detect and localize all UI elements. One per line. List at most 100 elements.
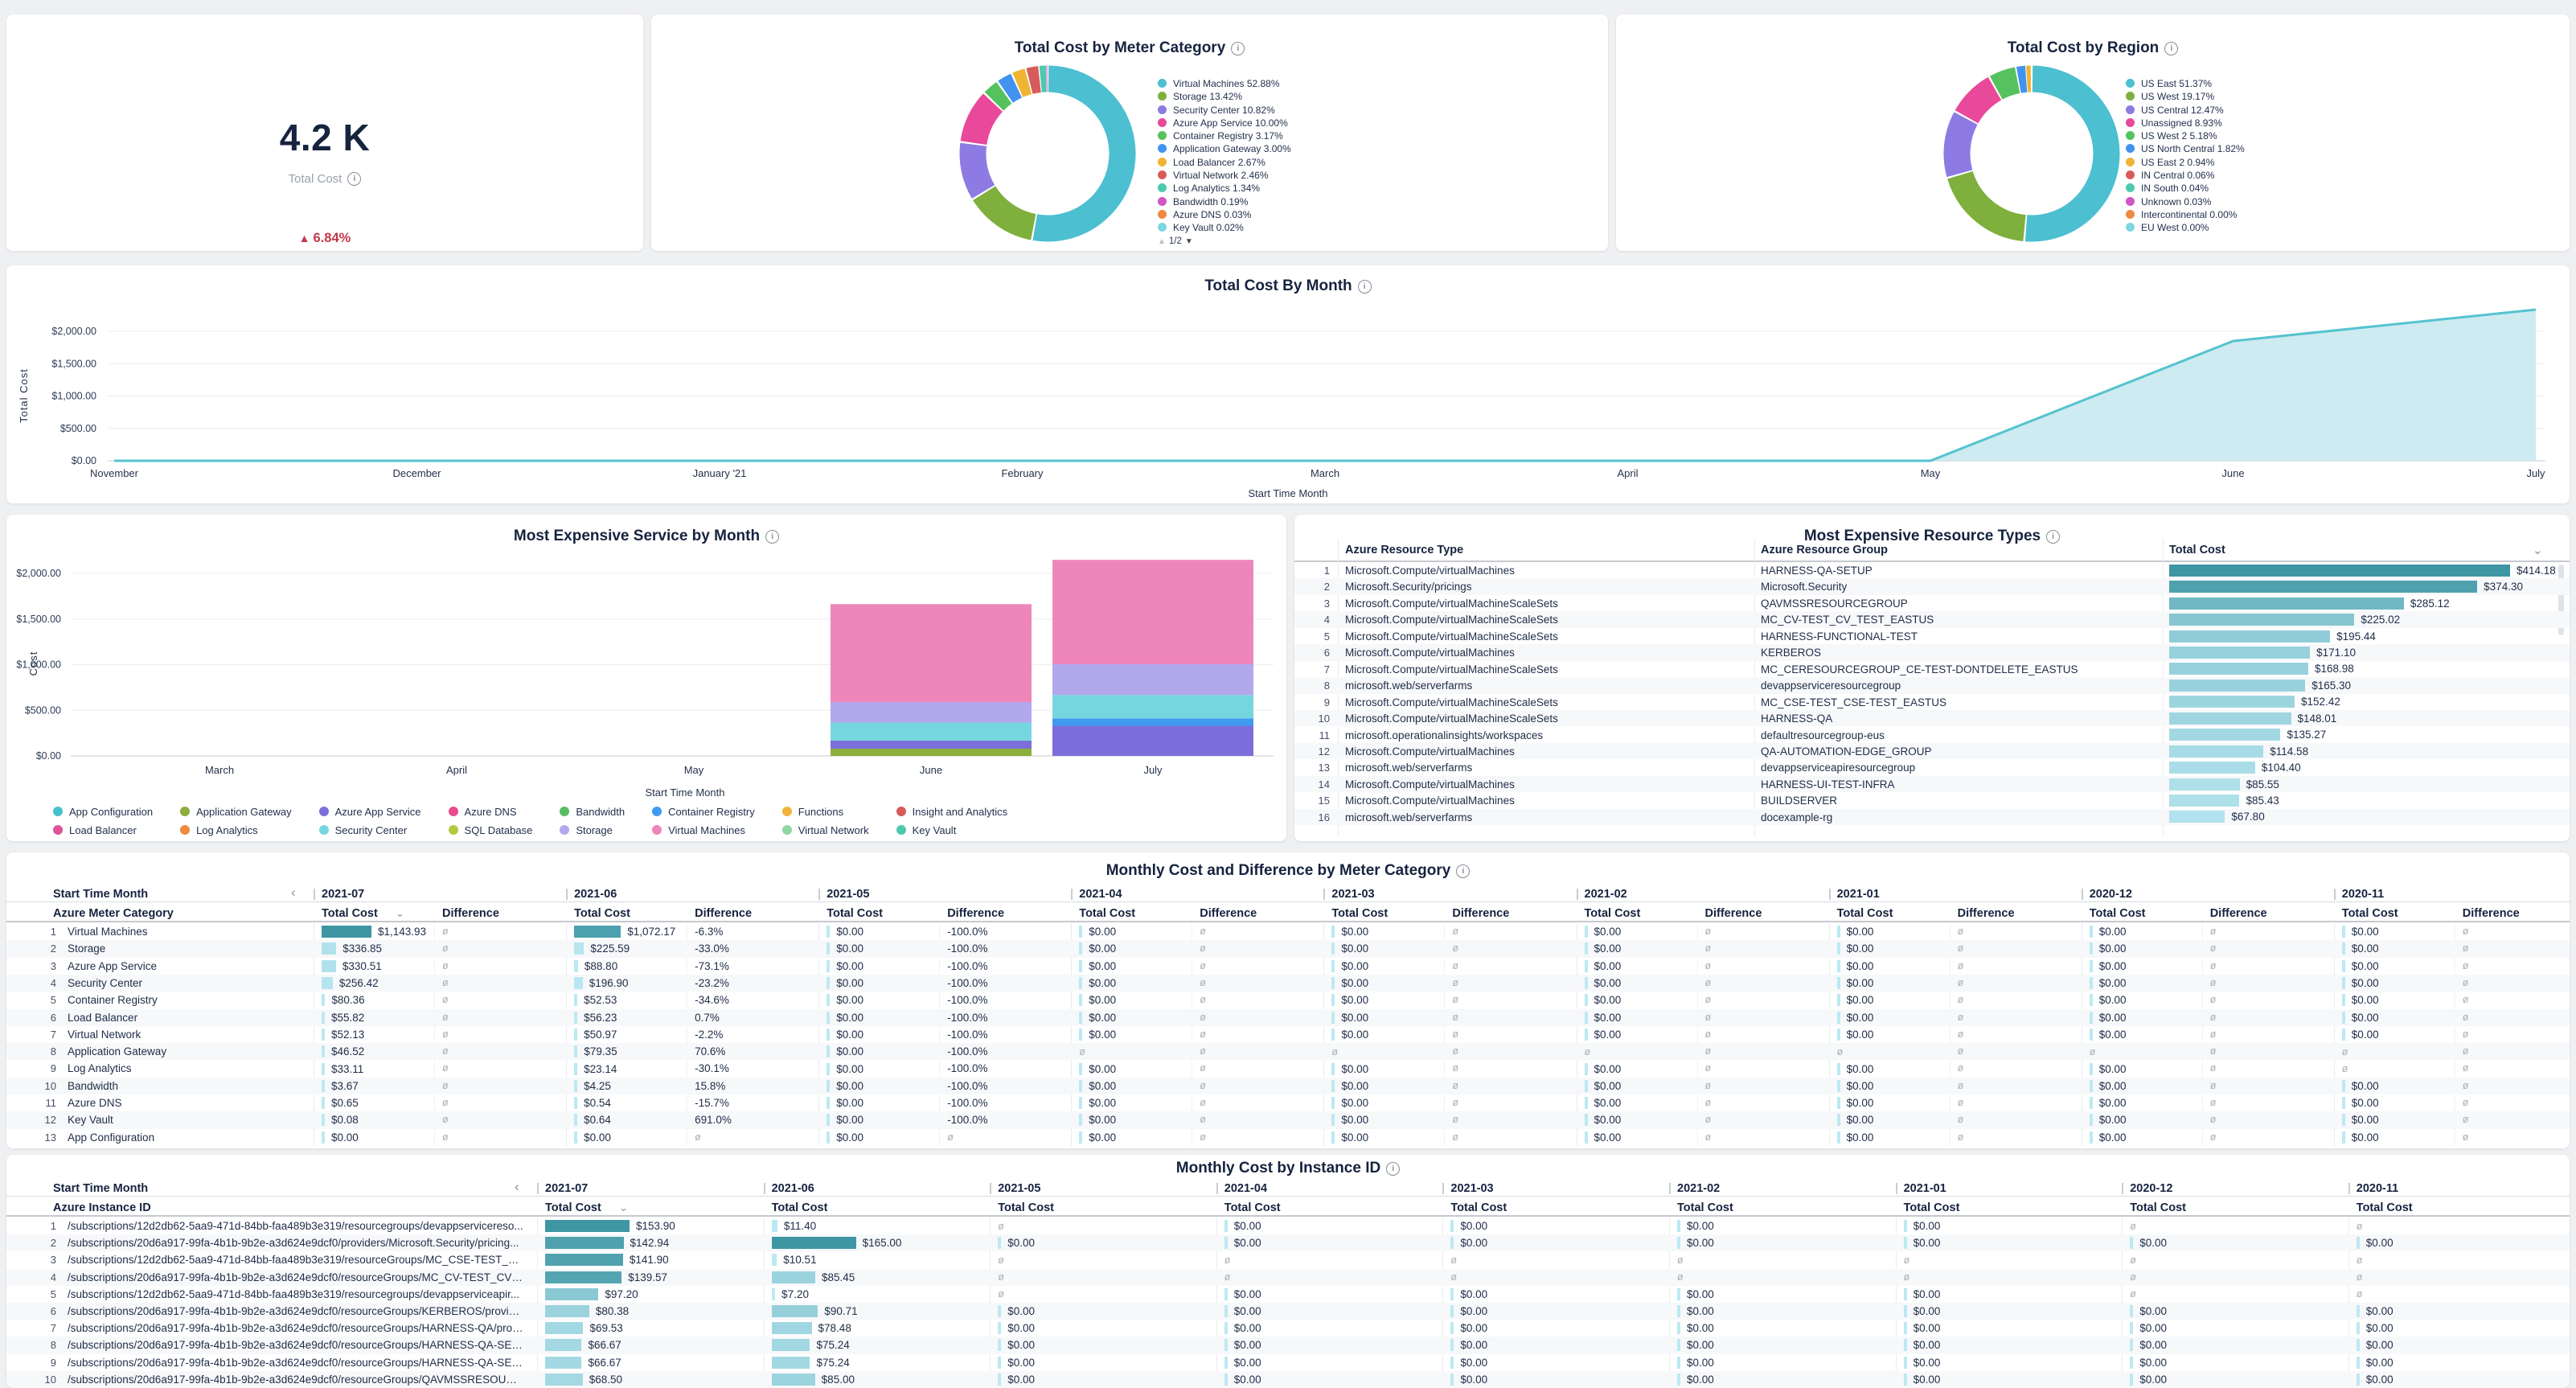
- month-header-2021-03[interactable]: 2021-03: [1331, 888, 1374, 901]
- column-header-total-cost[interactable]: Total Cost: [1224, 1201, 1281, 1214]
- legend-item-sql-database[interactable]: SQL Database: [449, 824, 533, 840]
- legend-item-load-balancer[interactable]: Load Balancer: [53, 824, 153, 840]
- table-row[interactable]: 1/subscriptions/12d2db62-5aa9-471d-84bb-…: [6, 1218, 2570, 1234]
- legend-item-us-west-2[interactable]: US West 2 5.18%: [2126, 129, 2245, 142]
- bar-segment-virtual-machines[interactable]: [831, 604, 1032, 702]
- row-header-label[interactable]: Azure Instance ID: [53, 1201, 151, 1214]
- table-row[interactable]: 11microsoft.operationalinsights/workspac…: [1294, 727, 2570, 743]
- legend-item-in-central[interactable]: IN Central 0.06%: [2126, 169, 2245, 182]
- legend-item-security-center[interactable]: Security Center: [319, 824, 421, 840]
- table-row[interactable]: 5Microsoft.Compute/virtualMachineScaleSe…: [1294, 628, 2570, 644]
- legend-page-down-icon[interactable]: ▼: [1185, 237, 1193, 246]
- column-header-difference[interactable]: Difference: [947, 907, 1004, 920]
- month-header-2021-04[interactable]: 2021-04: [1224, 1182, 1267, 1195]
- legend-item-azure-dns[interactable]: Azure DNS 0.03%: [1158, 208, 1291, 221]
- donut-slice-application-gateway[interactable]: [1006, 86, 1016, 92]
- donut-slice-us-east[interactable]: [2026, 79, 2106, 228]
- info-icon[interactable]: i: [347, 172, 361, 186]
- bar-segment-security-center[interactable]: [831, 723, 1032, 741]
- legend-item-unassigned[interactable]: Unassigned 8.93%: [2126, 117, 2245, 129]
- column-header-difference[interactable]: Difference: [442, 907, 499, 920]
- column-header-total-cost[interactable]: Total Cost: [1677, 1201, 1733, 1214]
- legend-item-intercontinental[interactable]: Intercontinental 0.00%: [2126, 208, 2245, 221]
- column-header-total-cost[interactable]: Total Cost: [998, 1201, 1054, 1214]
- legend-item-virtual-machines[interactable]: Virtual Machines: [652, 824, 755, 840]
- table-row[interactable]: 3/subscriptions/12d2db62-5aa9-471d-84bb-…: [6, 1251, 2570, 1268]
- table-row[interactable]: 12Key Vault$0.08ø$0.64691.0%$0.00-100.0%…: [6, 1111, 2570, 1128]
- table-row[interactable]: 2Storage$336.85ø$225.59-33.0%$0.00-100.0…: [6, 940, 2570, 957]
- column-header-difference[interactable]: Difference: [695, 907, 752, 920]
- donut-slice-container-registry[interactable]: [994, 92, 1003, 101]
- table-row[interactable]: 6Microsoft.Compute/virtualMachinesKERBER…: [1294, 644, 2570, 660]
- legend-item-key-vault[interactable]: Key Vault: [896, 824, 1008, 840]
- table-row[interactable]: 14Microsoft.Compute/virtualMachinesHARNE…: [1294, 776, 2570, 792]
- table-row[interactable]: 2/subscriptions/20d6a917-99fa-4b1b-9b2e-…: [6, 1234, 2570, 1251]
- column-header-total-cost[interactable]: Total Cost: [1331, 907, 1388, 920]
- info-icon[interactable]: i: [1456, 864, 1470, 878]
- column-header-total-cost[interactable]: Total Cost: [2357, 1201, 2413, 1214]
- donut-slice-load-balancer[interactable]: [1018, 81, 1028, 85]
- bar-segment-azure-app-service[interactable]: [831, 741, 1032, 749]
- month-header-2020-12[interactable]: 2020-12: [2090, 888, 2132, 901]
- table-row[interactable]: 7Microsoft.Compute/virtualMachineScaleSe…: [1294, 661, 2570, 677]
- column-header-resource-group[interactable]: Azure Resource Group: [1761, 544, 1888, 556]
- legend-item-storage[interactable]: Storage: [560, 824, 625, 840]
- legend-item-us-east-2[interactable]: US East 2 0.94%: [2126, 156, 2245, 169]
- table-row[interactable]: 4Security Center$256.42ø$196.90-23.2%$0.…: [6, 975, 2570, 992]
- legend-item-app-configuration[interactable]: App Configuration: [53, 806, 153, 821]
- legend-item-us-north-central[interactable]: US North Central 1.82%: [2126, 142, 2245, 155]
- legend-item-log-analytics[interactable]: Log Analytics: [180, 824, 292, 840]
- table-row[interactable]: 1Virtual Machines$1,143.93ø$1,072.17-6.3…: [6, 923, 2570, 940]
- table-row[interactable]: 13App Configuration$0.00ø$0.00ø$0.00ø$0.…: [6, 1129, 2570, 1146]
- table-row[interactable]: 7/subscriptions/20d6a917-99fa-4b1b-9b2e-…: [6, 1320, 2570, 1337]
- legend-item-bandwidth[interactable]: Bandwidth: [560, 806, 625, 821]
- column-header-difference[interactable]: Difference: [1705, 907, 1762, 920]
- info-icon[interactable]: i: [2164, 42, 2178, 55]
- legend-item-in-south[interactable]: IN South 0.04%: [2126, 182, 2245, 195]
- month-header-2021-02[interactable]: 2021-02: [1677, 1182, 1720, 1195]
- bar-segment-security-center[interactable]: [1052, 695, 1253, 718]
- donut-slice-unassigned[interactable]: [1967, 88, 1995, 117]
- table-row[interactable]: 16microsoft.web/serverfarmsdocexample-rg…: [1294, 809, 2570, 825]
- legend-item-azure-app-service[interactable]: Azure App Service: [319, 806, 421, 821]
- info-icon[interactable]: i: [2046, 530, 2060, 544]
- month-header-2021-06[interactable]: 2021-06: [772, 1182, 814, 1195]
- table-row[interactable]: 10Microsoft.Compute/virtualMachineScaleS…: [1294, 710, 2570, 726]
- table-row[interactable]: 5Container Registry$80.36ø$52.53-34.6%$0…: [6, 992, 2570, 1008]
- month-header-2021-05[interactable]: 2021-05: [827, 888, 869, 901]
- donut-slice-us-north-central[interactable]: [2019, 79, 2026, 80]
- month-header-2020-12[interactable]: 2020-12: [2130, 1182, 2172, 1195]
- month-header-2021-02[interactable]: 2021-02: [1585, 888, 1627, 901]
- legend-item-application-gateway[interactable]: Application Gateway: [180, 806, 292, 821]
- bar-segment-container-registry[interactable]: [1052, 718, 1253, 725]
- table-row[interactable]: 6/subscriptions/20d6a917-99fa-4b1b-9b2e-…: [6, 1303, 2570, 1320]
- legend-item-security-center[interactable]: Security Center 10.82%: [1158, 104, 1291, 117]
- legend-item-load-balancer[interactable]: Load Balancer 2.67%: [1158, 156, 1291, 169]
- table-row[interactable]: 9/subscriptions/20d6a917-99fa-4b1b-9b2e-…: [6, 1354, 2570, 1371]
- column-header-total-cost[interactable]: Total Cost: [1837, 907, 1893, 920]
- legend-item-container-registry[interactable]: Container Registry 3.17%: [1158, 129, 1291, 142]
- table-row[interactable]: 8Application Gateway$46.52ø$79.3570.6%$0…: [6, 1043, 2570, 1060]
- donut-slice-storage[interactable]: [984, 193, 1033, 227]
- donut-slice-us-west-2[interactable]: [1996, 80, 2017, 88]
- bar-segment-virtual-machines[interactable]: [1052, 560, 1253, 664]
- column-header-total-cost[interactable]: Total Cost: [772, 1201, 828, 1214]
- table-row[interactable]: 9Log Analytics$33.11ø$23.14-30.1%$0.00-1…: [6, 1060, 2570, 1077]
- chevron-down-icon[interactable]: ⌄: [2533, 545, 2543, 556]
- chevron-left-icon[interactable]: ‹: [291, 887, 296, 898]
- legend-item-application-gateway[interactable]: Application Gateway 3.00%: [1158, 142, 1291, 155]
- table-row[interactable]: 8/subscriptions/20d6a917-99fa-4b1b-9b2e-…: [6, 1337, 2570, 1353]
- chevron-down-icon[interactable]: ⌄: [619, 1202, 628, 1213]
- column-header-total-cost[interactable]: Total Cost: [827, 907, 883, 920]
- service-by-month-stacked-bar-chart[interactable]: $0.00$500.00$1,000.00$1,500.00$2,000.00M…: [6, 515, 1286, 801]
- column-header-total-cost[interactable]: Total Cost: [1904, 1201, 1960, 1214]
- legend-item-us-east[interactable]: US East 51.37%: [2126, 77, 2245, 90]
- column-header-resource-type[interactable]: Azure Resource Type: [1345, 544, 1463, 556]
- legend-item-log-analytics[interactable]: Log Analytics 1.34%: [1158, 182, 1291, 195]
- legend-item-azure-dns[interactable]: Azure DNS: [449, 806, 533, 821]
- chevron-down-icon[interactable]: ⌄: [396, 908, 404, 919]
- legend-item-us-central[interactable]: US Central 12.47%: [2126, 104, 2245, 117]
- legend-item-eu-west[interactable]: EU West 0.00%: [2126, 221, 2245, 234]
- total-cost-by-month-area-chart[interactable]: $0.00$500.00$1,000.00$1,500.00$2,000.00N…: [6, 265, 2570, 503]
- table-row[interactable]: 12Microsoft.Compute/virtualMachinesQA-AU…: [1294, 743, 2570, 759]
